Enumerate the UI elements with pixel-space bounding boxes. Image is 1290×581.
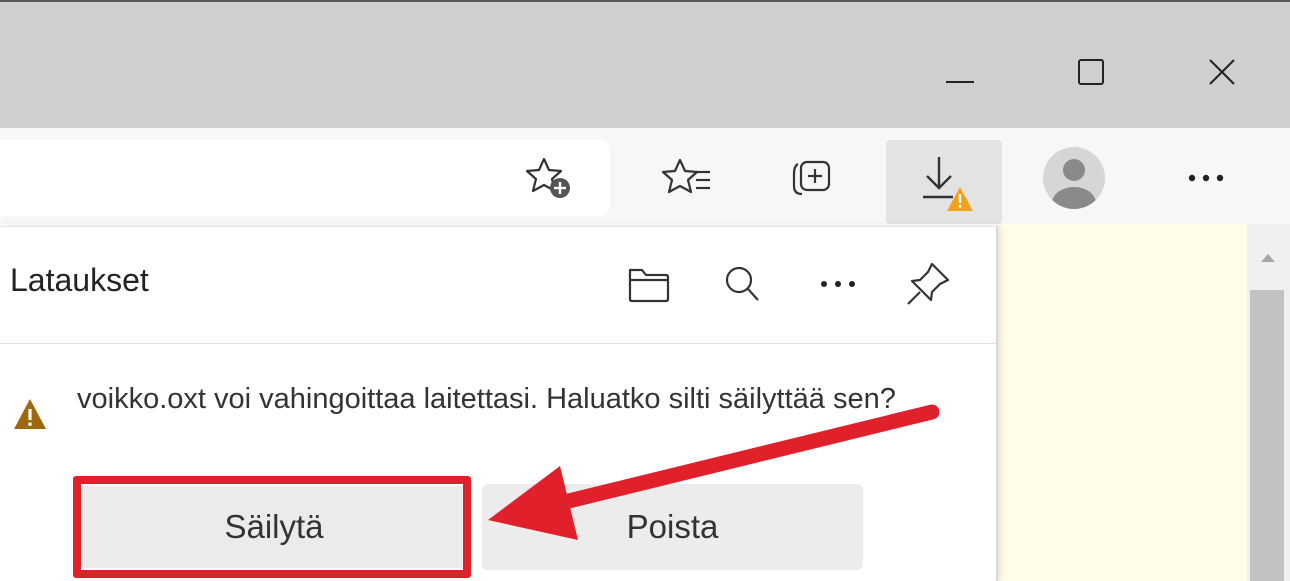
minimize-icon — [946, 81, 974, 83]
close-button[interactable] — [1190, 40, 1254, 104]
add-favorite-button[interactable] — [512, 140, 584, 216]
profile-avatar-icon — [1043, 147, 1105, 209]
scrollbar-thumb[interactable] — [1250, 290, 1284, 581]
warning-icon — [12, 396, 48, 437]
search-downloads-button[interactable] — [710, 252, 774, 316]
download-warning-icon — [923, 157, 973, 211]
more-options-button[interactable] — [806, 252, 870, 316]
minimize-button[interactable] — [928, 40, 992, 104]
folder-icon — [628, 268, 670, 303]
panel-divider — [0, 343, 996, 344]
more-dots-icon — [821, 281, 855, 287]
downloads-button[interactable] — [886, 140, 1002, 224]
maximize-button[interactable] — [1060, 40, 1124, 104]
open-downloads-folder-button[interactable] — [616, 252, 680, 316]
profile-button[interactable] — [1038, 140, 1110, 216]
more-dots-icon — [1188, 174, 1224, 182]
settings-and-more-button[interactable] — [1170, 140, 1242, 216]
pin-panel-button[interactable] — [896, 252, 960, 316]
favorites-button[interactable] — [652, 140, 724, 216]
close-icon — [1209, 59, 1235, 85]
scroll-up-arrow-icon — [1261, 254, 1275, 262]
page-content — [995, 224, 1247, 581]
collections-icon — [792, 160, 831, 196]
highlight-box — [73, 476, 471, 578]
panel-title: Lataukset — [10, 262, 149, 298]
maximize-icon — [1078, 59, 1104, 85]
annotation-arrow — [488, 404, 940, 540]
add-favorite-star-plus-icon — [525, 157, 570, 198]
favorites-list-icon — [661, 158, 710, 194]
search-icon — [725, 266, 759, 301]
collections-button[interactable] — [776, 140, 848, 216]
pin-icon — [907, 262, 950, 305]
